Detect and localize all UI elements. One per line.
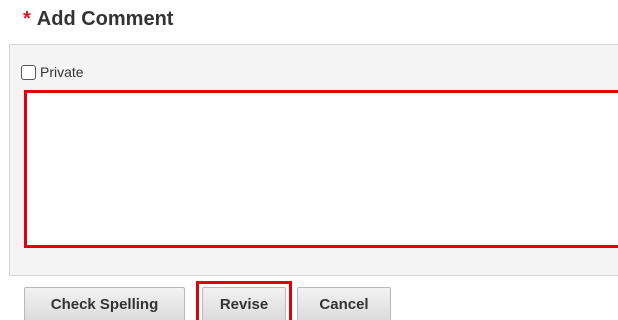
- revise-button[interactable]: Revise: [202, 287, 286, 320]
- private-checkbox[interactable]: [21, 64, 36, 80]
- private-label: Private: [40, 64, 84, 80]
- cancel-button[interactable]: Cancel: [297, 287, 391, 320]
- comment-textarea[interactable]: [24, 90, 618, 248]
- section-title-text: Add Comment: [36, 8, 174, 30]
- check-spelling-button[interactable]: Check Spelling: [24, 287, 185, 320]
- private-option[interactable]: Private: [21, 64, 84, 80]
- section-title: * Add Comment: [23, 8, 173, 31]
- required-marker: *: [23, 8, 31, 30]
